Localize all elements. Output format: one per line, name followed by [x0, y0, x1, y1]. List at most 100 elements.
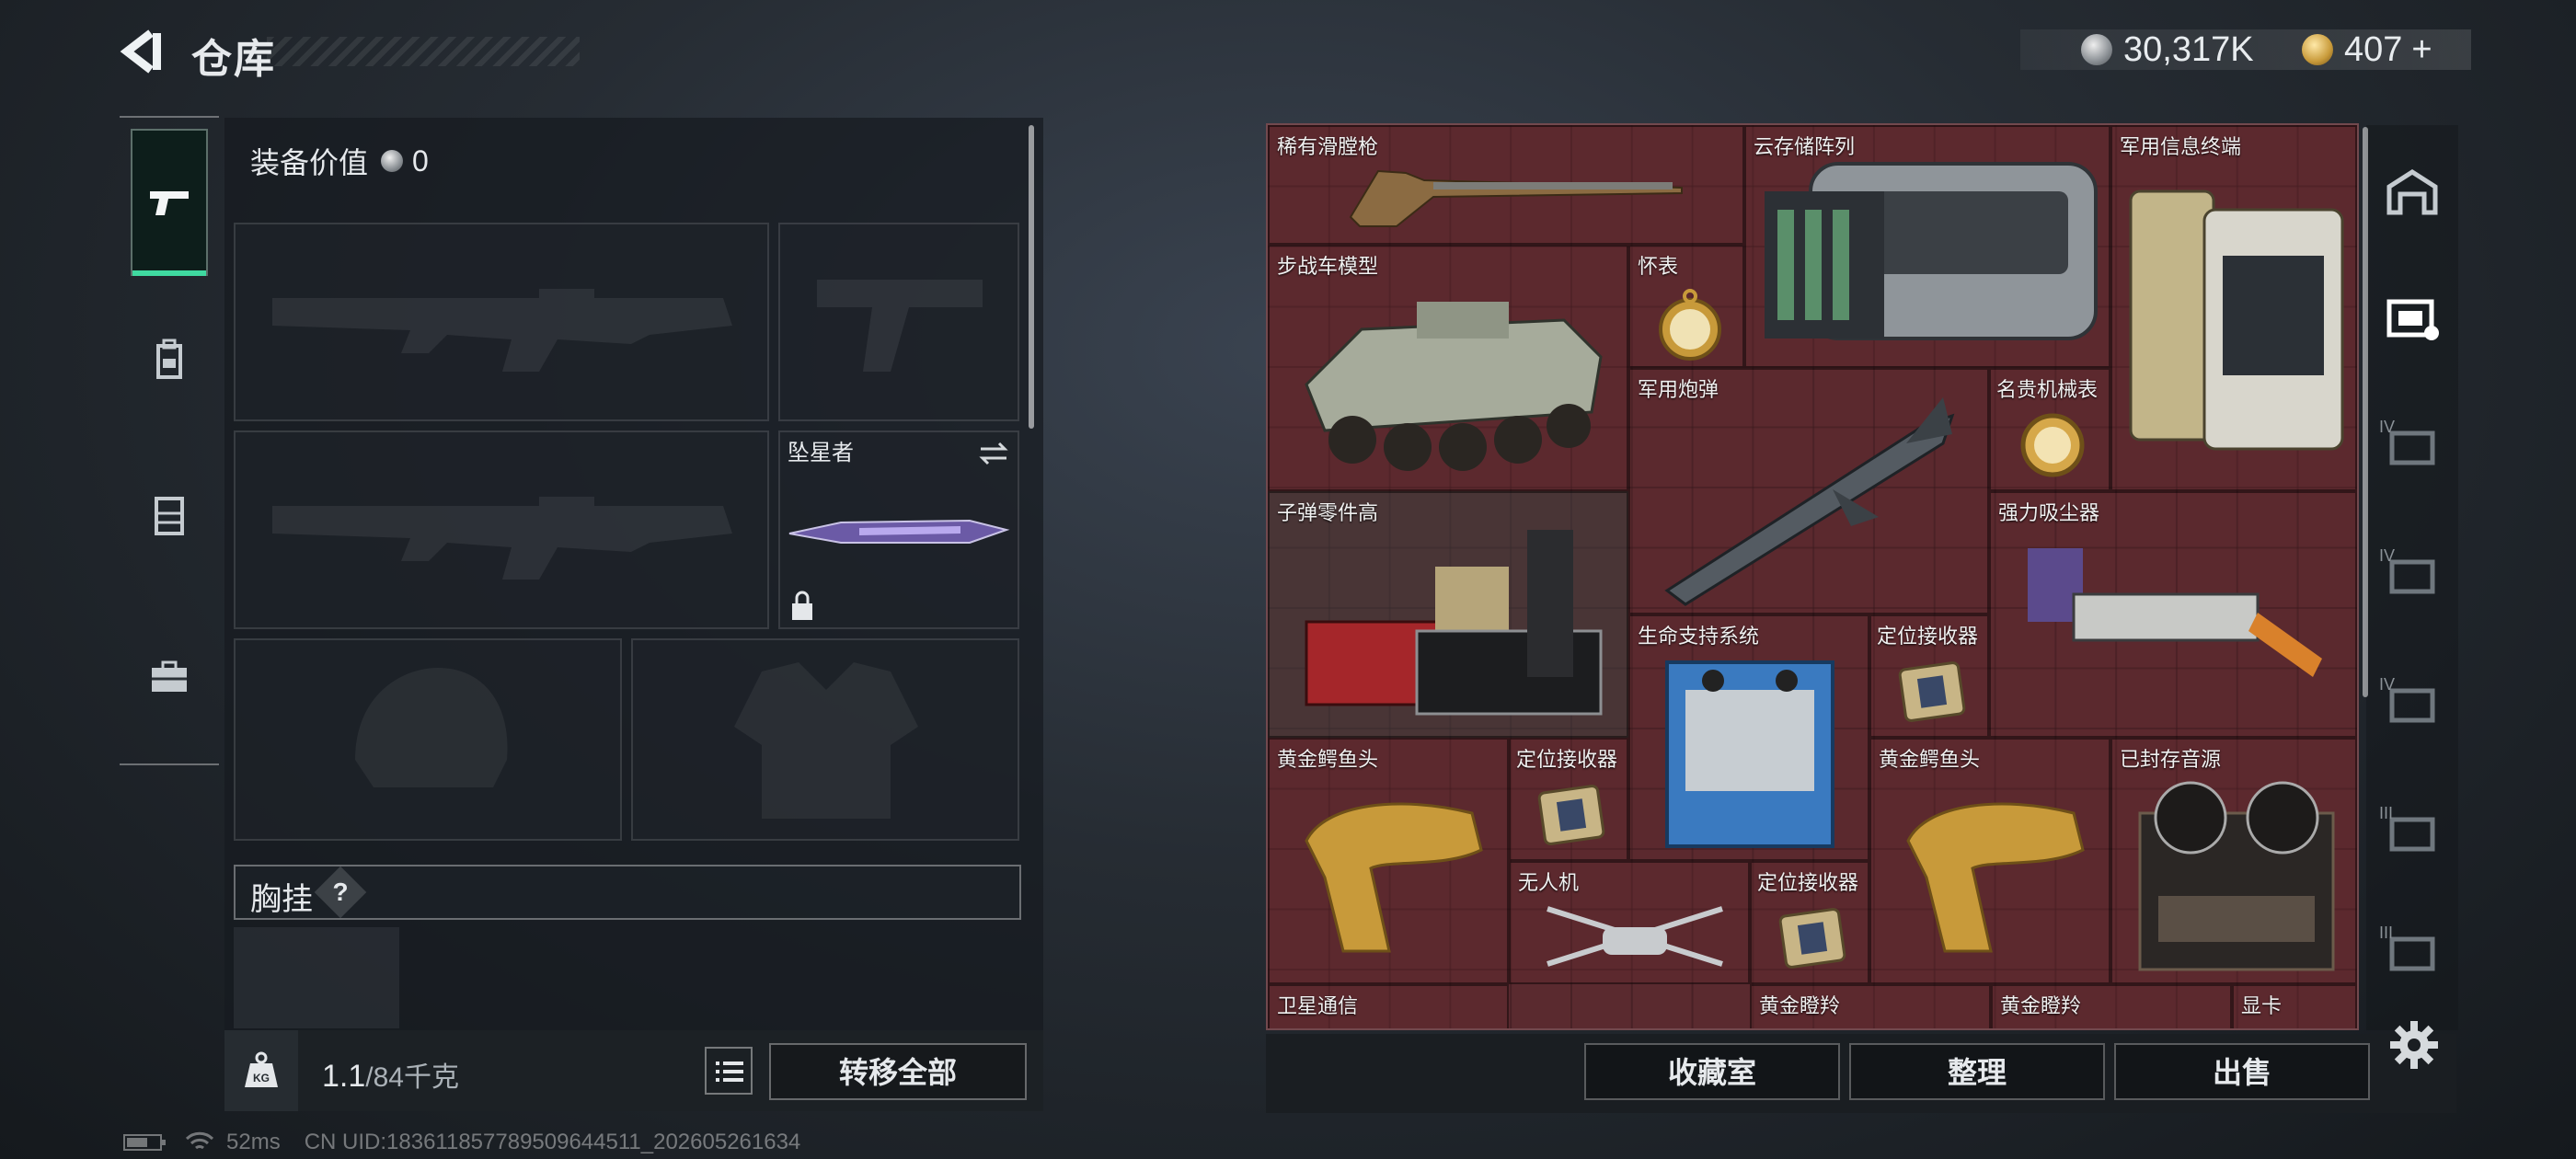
tab-weapons[interactable] — [131, 129, 208, 276]
gold-currency[interactable]: 407 + — [2302, 28, 2432, 72]
pocket-watch-icon — [1659, 289, 1721, 361]
item-slot[interactable]: 名贵机械表 — [1989, 368, 2110, 491]
item-label: 名贵机械表 — [1996, 378, 2099, 401]
helmet-slot[interactable] — [234, 638, 622, 841]
warehouse-icon — [2386, 169, 2438, 215]
locator-receiver-icon — [1778, 908, 1846, 969]
item-label: 定位接收器 — [1516, 748, 1618, 771]
storage-box-icon — [2386, 299, 2439, 340]
tab-storage-4[interactable]: IV — [2379, 671, 2445, 738]
item-slot[interactable]: 卫星通信 — [1268, 984, 1509, 1028]
item-label: 黄金瞪羚 — [2000, 994, 2082, 1017]
collection-room-button[interactable]: 收藏室 — [1584, 1043, 1840, 1100]
item-slot[interactable]: 黄金鳄鱼头 — [1268, 738, 1509, 984]
tab-storage-2[interactable]: IV — [2379, 414, 2445, 480]
tier-label: IV — [2379, 418, 2396, 436]
tab-armor[interactable] — [131, 304, 208, 414]
chest-rig-label: 胸挂 — [250, 882, 313, 917]
item-slot[interactable]: 黄金鳄鱼头 — [1869, 738, 2110, 984]
musket-icon — [1349, 169, 1683, 227]
weight-icon-box: KG — [224, 1030, 298, 1111]
helmet-silhouette-icon — [355, 668, 508, 787]
item-slot[interactable]: 已封存音源 — [2110, 738, 2357, 984]
secondary-weapon-slot[interactable] — [234, 430, 769, 629]
armor-slot[interactable] — [631, 638, 1019, 841]
tab-storage-6[interactable]: III — [2379, 920, 2445, 986]
backpack-icon — [156, 339, 182, 379]
item-slot[interactable]: 怀表 — [1628, 245, 1744, 368]
life-support-icon — [1665, 660, 1834, 848]
item-slot[interactable]: 强力吸尘器 — [1989, 491, 2357, 738]
tab-case[interactable] — [131, 622, 208, 732]
equipment-value-amount: 0 — [412, 143, 429, 178]
server-rack-icon — [1765, 162, 2098, 340]
ifv-model-icon — [1305, 302, 1603, 471]
storage-scrollbar[interactable] — [2363, 127, 2368, 697]
gold-coin-icon — [2302, 34, 2333, 65]
weight-readout: 1.1/84千克 — [322, 1054, 459, 1095]
primary-weapon-slot[interactable] — [234, 223, 769, 421]
chest-rig-slot[interactable] — [234, 927, 399, 1028]
organize-button[interactable]: 整理 — [1849, 1043, 2105, 1100]
silver-currency[interactable]: 30,317K — [2081, 28, 2254, 72]
tab-storage-1[interactable] — [2379, 285, 2445, 351]
item-label: 怀表 — [1638, 255, 1679, 278]
weight-capacity: /84千克 — [365, 1062, 459, 1093]
gold-add-button[interactable]: + — [2411, 30, 2432, 70]
equipment-value-label: 装备价值 — [250, 146, 369, 179]
tier-label: IV — [2379, 675, 2396, 694]
vacuum-cleaner-icon — [2028, 548, 2322, 677]
help-icon[interactable]: ? — [324, 874, 357, 911]
loadout-scrollbar[interactable] — [1029, 125, 1034, 429]
item-slot[interactable]: 步战车模型 — [1268, 245, 1628, 491]
melee-item-name: 坠星者 — [788, 441, 854, 465]
weight-icon: KG — [245, 1051, 278, 1087]
item-slot[interactable]: 生命支持系统 — [1628, 614, 1869, 861]
item-slot[interactable]: 定位接收器 — [1750, 861, 1869, 984]
weight-icon-text: KG — [253, 1072, 270, 1084]
tab-rig[interactable] — [131, 460, 208, 570]
item-slot[interactable]: 黄金瞪羚 — [1991, 984, 2232, 1028]
back-button[interactable] — [120, 28, 167, 75]
item-slot[interactable]: 定位接收器 — [1509, 738, 1628, 861]
battery-icon — [123, 1134, 166, 1151]
item-slot[interactable]: 军用炮弹 — [1628, 368, 1989, 614]
list-view-button[interactable] — [705, 1047, 753, 1095]
item-slot[interactable]: 定位接收器 — [1869, 614, 1989, 738]
item-slot[interactable]: 稀有滑膛枪 — [1268, 125, 1744, 245]
swap-icon[interactable] — [977, 440, 1010, 467]
item-slot[interactable]: 无人机 — [1509, 861, 1750, 984]
title-stripe-decoration — [267, 37, 580, 66]
item-slot[interactable]: 云存储阵列 — [1744, 125, 2110, 368]
golden-crocodile-head-icon — [1305, 802, 1483, 953]
ammo-parts-icon — [1305, 530, 1603, 716]
rifle-silhouette-icon — [272, 497, 732, 580]
tab-storage-5[interactable]: III — [2379, 800, 2445, 866]
item-slot[interactable]: 军用信息终端 — [2110, 125, 2357, 491]
weight-current: 1.1 — [322, 1059, 366, 1094]
page-title: 仓库 — [191, 37, 276, 82]
gold-amount: 407 — [2344, 29, 2403, 69]
tier-label: IV — [2379, 546, 2396, 565]
storage-grid: 稀有滑膛枪 云存储阵列 军用信息终端 步战车模型 怀表 军用炮弹 名贵机械表 子… — [1266, 123, 2359, 1030]
missile-icon — [1664, 397, 1955, 606]
item-slot[interactable]: 黄金瞪羚 — [1750, 984, 1991, 1028]
tape-recorder-icon — [2138, 781, 2335, 971]
vest-silhouette-icon — [734, 662, 918, 819]
rifle-silhouette-icon — [272, 289, 732, 372]
item-slot[interactable]: 子弹零件高 — [1268, 491, 1628, 738]
item-slot[interactable]: 显卡 — [2232, 984, 2357, 1028]
settings-button[interactable] — [2388, 1019, 2440, 1071]
item-label: 已封存音源 — [2120, 748, 2222, 771]
tier-label: III — [2379, 804, 2394, 822]
item-label: 军用信息终端 — [2120, 135, 2242, 158]
pistol-icon — [150, 191, 189, 215]
sell-button[interactable]: 出售 — [2114, 1043, 2370, 1100]
tab-storage-main[interactable] — [2379, 158, 2445, 224]
equipment-value: 装备价值 0 — [250, 140, 429, 182]
sidearm-slot[interactable] — [778, 223, 1019, 421]
tab-storage-3[interactable]: IV — [2379, 543, 2445, 609]
transfer-all-button[interactable]: 转移全部 — [769, 1043, 1027, 1100]
back-arrow-icon — [120, 29, 161, 74]
drone-icon — [1547, 906, 1723, 967]
